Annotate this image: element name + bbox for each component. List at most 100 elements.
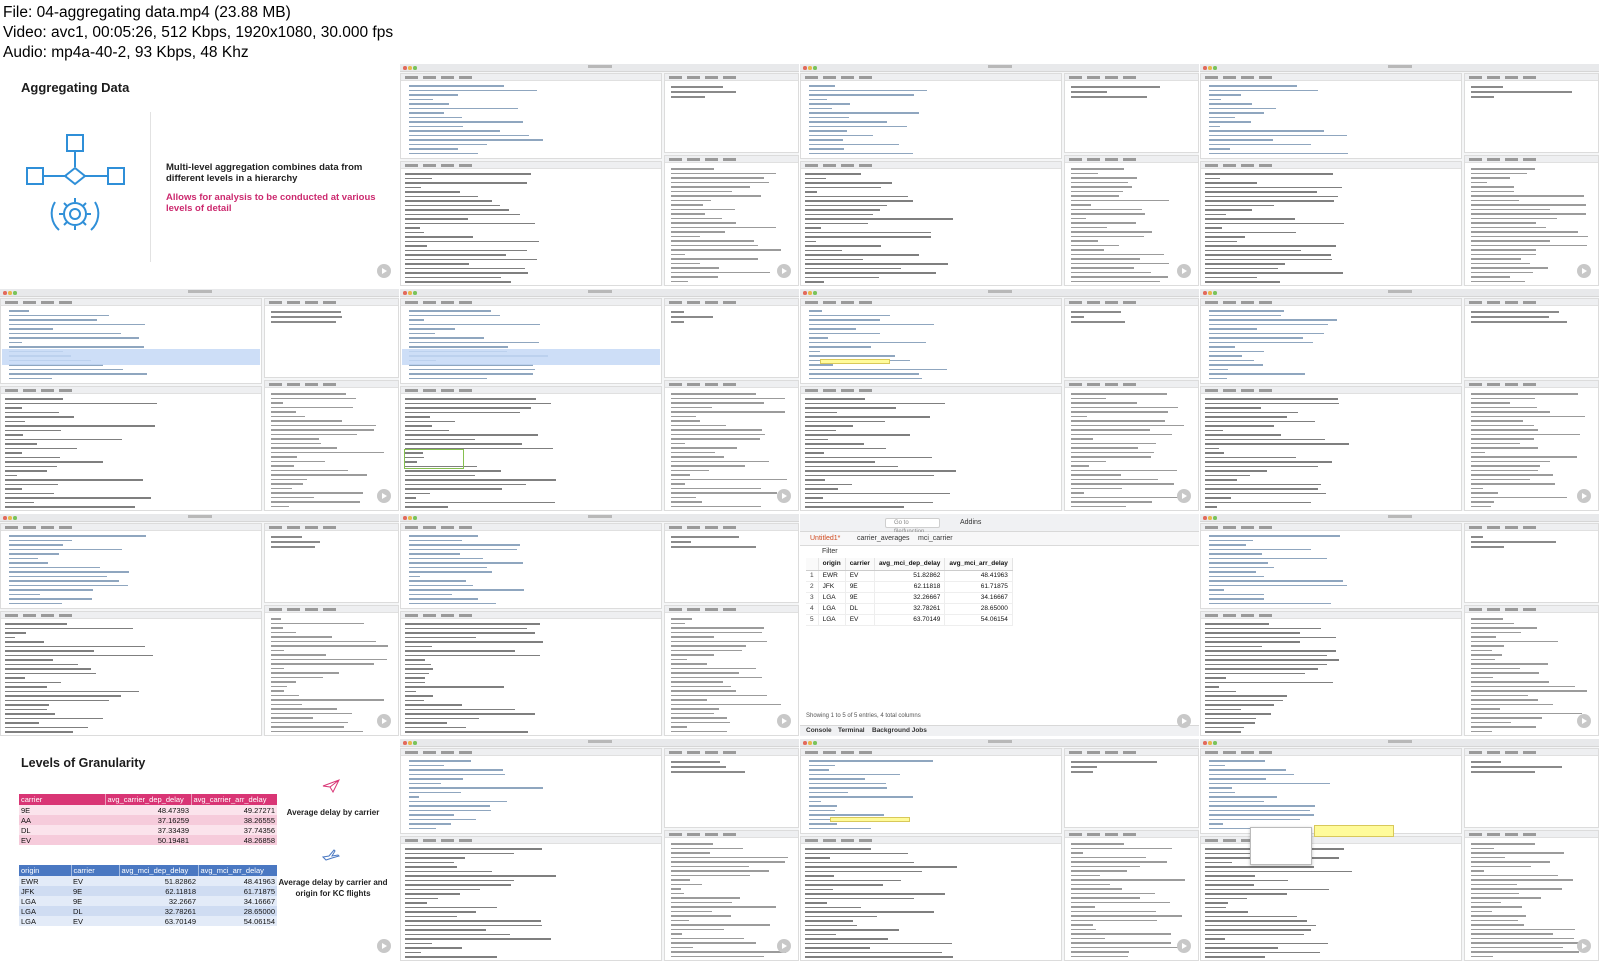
thumbnail-slide-levels-of-granularity[interactable]: Levels of Granularity carrier avg_carrie… xyxy=(0,739,399,961)
thumbnail-rstudio-5[interactable] xyxy=(400,289,799,511)
code-line xyxy=(671,631,763,634)
code-line xyxy=(805,848,872,850)
column-header-index xyxy=(806,558,819,571)
code-line xyxy=(405,200,493,202)
cell-origin: LGA xyxy=(818,603,846,615)
pane-tab xyxy=(441,751,454,754)
pane-tab xyxy=(23,526,36,529)
pane-tabs xyxy=(1,524,261,531)
play-icon xyxy=(1577,714,1591,728)
code-line xyxy=(1471,208,1550,211)
code-line xyxy=(1471,321,1567,323)
code-line xyxy=(9,557,39,560)
code-line xyxy=(1471,177,1510,179)
pane-tab xyxy=(1105,76,1118,79)
pane-tabs xyxy=(265,299,398,306)
code-line xyxy=(1209,823,1224,825)
tab-terminal[interactable]: Terminal xyxy=(838,727,865,734)
thumbnail-rstudio-7[interactable] xyxy=(1200,289,1599,511)
window-titlebar xyxy=(400,514,799,522)
column-header[interactable]: avg_mci_arr_delay xyxy=(944,558,1013,571)
code-line xyxy=(271,622,364,625)
code-line xyxy=(1209,359,1255,362)
pane-tab xyxy=(1241,751,1254,754)
rstudio-window xyxy=(400,64,799,286)
cell-carrier: EV xyxy=(845,614,875,626)
window-control-icon xyxy=(803,66,807,70)
slide-point-2: Allows for analysis to be conducted at v… xyxy=(166,192,376,214)
code-line xyxy=(405,258,538,261)
code-line xyxy=(1471,919,1518,922)
tab-background-jobs[interactable]: Background Jobs xyxy=(872,727,927,734)
thumbnail-slide-aggregating-data[interactable]: Aggregating Data Multi-level aggregation… xyxy=(0,64,399,286)
pane-tab xyxy=(1205,389,1218,392)
code-line xyxy=(271,618,282,620)
environment-pane xyxy=(664,73,799,153)
pane-tab xyxy=(405,164,418,167)
code-line xyxy=(1205,924,1316,927)
code-line xyxy=(805,177,826,180)
code-line xyxy=(1071,865,1141,868)
thumbnail-rstudio-6[interactable] xyxy=(800,289,1199,511)
column-header[interactable]: carrier xyxy=(845,558,875,571)
code-line xyxy=(1071,847,1173,850)
code-line xyxy=(809,314,891,317)
code-line xyxy=(1471,186,1514,188)
addins-menu[interactable]: Addins xyxy=(960,519,981,526)
pane-tabs xyxy=(801,387,1061,394)
code-line xyxy=(1471,645,1504,647)
thumbnail-rstudio-2[interactable] xyxy=(800,64,1199,286)
code-line xyxy=(1205,254,1331,256)
window-titlebar xyxy=(800,289,1199,297)
thumbnail-rstudio-10[interactable] xyxy=(1200,514,1599,736)
thumbnail-grid: Aggregating Data Multi-level aggregation… xyxy=(0,64,1600,963)
pane-tabs xyxy=(401,74,661,81)
thumbnail-rstudio-12[interactable] xyxy=(800,739,1199,961)
code-line xyxy=(1071,924,1094,926)
tab-carrier-averages[interactable]: carrier_averages xyxy=(857,535,910,542)
pane-tab xyxy=(441,526,454,529)
code-line xyxy=(1071,406,1179,409)
thumbnail-rstudio-9[interactable] xyxy=(400,514,799,736)
pane-tab xyxy=(423,389,436,392)
cell: 9E xyxy=(71,896,119,906)
code-line xyxy=(1209,787,1233,789)
column-header[interactable]: origin xyxy=(818,558,846,571)
rstudio-window xyxy=(1200,514,1599,736)
window-control-icon xyxy=(1203,516,1207,520)
code-line xyxy=(1209,368,1229,371)
code-line xyxy=(409,760,472,762)
code-line xyxy=(409,818,477,821)
code-line xyxy=(405,218,469,220)
code-line xyxy=(1471,474,1553,476)
cell: DL xyxy=(71,906,119,916)
thumbnail-rstudio-11[interactable] xyxy=(400,739,799,961)
table-row: LGA 9E 32.2667 34.16667 xyxy=(19,896,277,906)
thumbnail-rstudio-1[interactable] xyxy=(400,64,799,286)
filter-button[interactable]: Filter xyxy=(822,548,838,555)
thumbnail-rstudio-3[interactable] xyxy=(1200,64,1599,286)
pane-tab xyxy=(1123,301,1136,304)
code-line xyxy=(809,103,851,105)
table-row: AA 37.16259 38.26555 xyxy=(19,815,277,825)
goto-file-input[interactable]: Go to file/function xyxy=(885,518,940,535)
thumbnail-data-viewer[interactable]: Go to file/function Addins Untitled1* ca… xyxy=(800,514,1199,736)
code-line xyxy=(9,346,145,348)
console-pane xyxy=(0,386,262,511)
tab-untitled1[interactable]: Untitled1* xyxy=(810,535,840,542)
column-header[interactable]: avg_mci_dep_delay xyxy=(874,558,946,571)
pane-tab xyxy=(1069,833,1082,836)
code-line xyxy=(1071,910,1156,913)
pane-tab xyxy=(1223,76,1236,79)
tab-console[interactable]: Console xyxy=(806,727,832,734)
pane-tab xyxy=(1241,526,1254,529)
code-line xyxy=(409,800,508,803)
thumbnail-rstudio-13[interactable] xyxy=(1200,739,1599,961)
thumbnail-rstudio-4[interactable] xyxy=(0,289,399,511)
code-line xyxy=(671,222,736,224)
tab-mci-carrier[interactable]: mci_carrier xyxy=(918,535,953,542)
pane-tabs xyxy=(1,612,261,619)
code-line xyxy=(271,636,332,638)
pane-tab xyxy=(669,608,682,611)
thumbnail-rstudio-8[interactable] xyxy=(0,514,399,736)
